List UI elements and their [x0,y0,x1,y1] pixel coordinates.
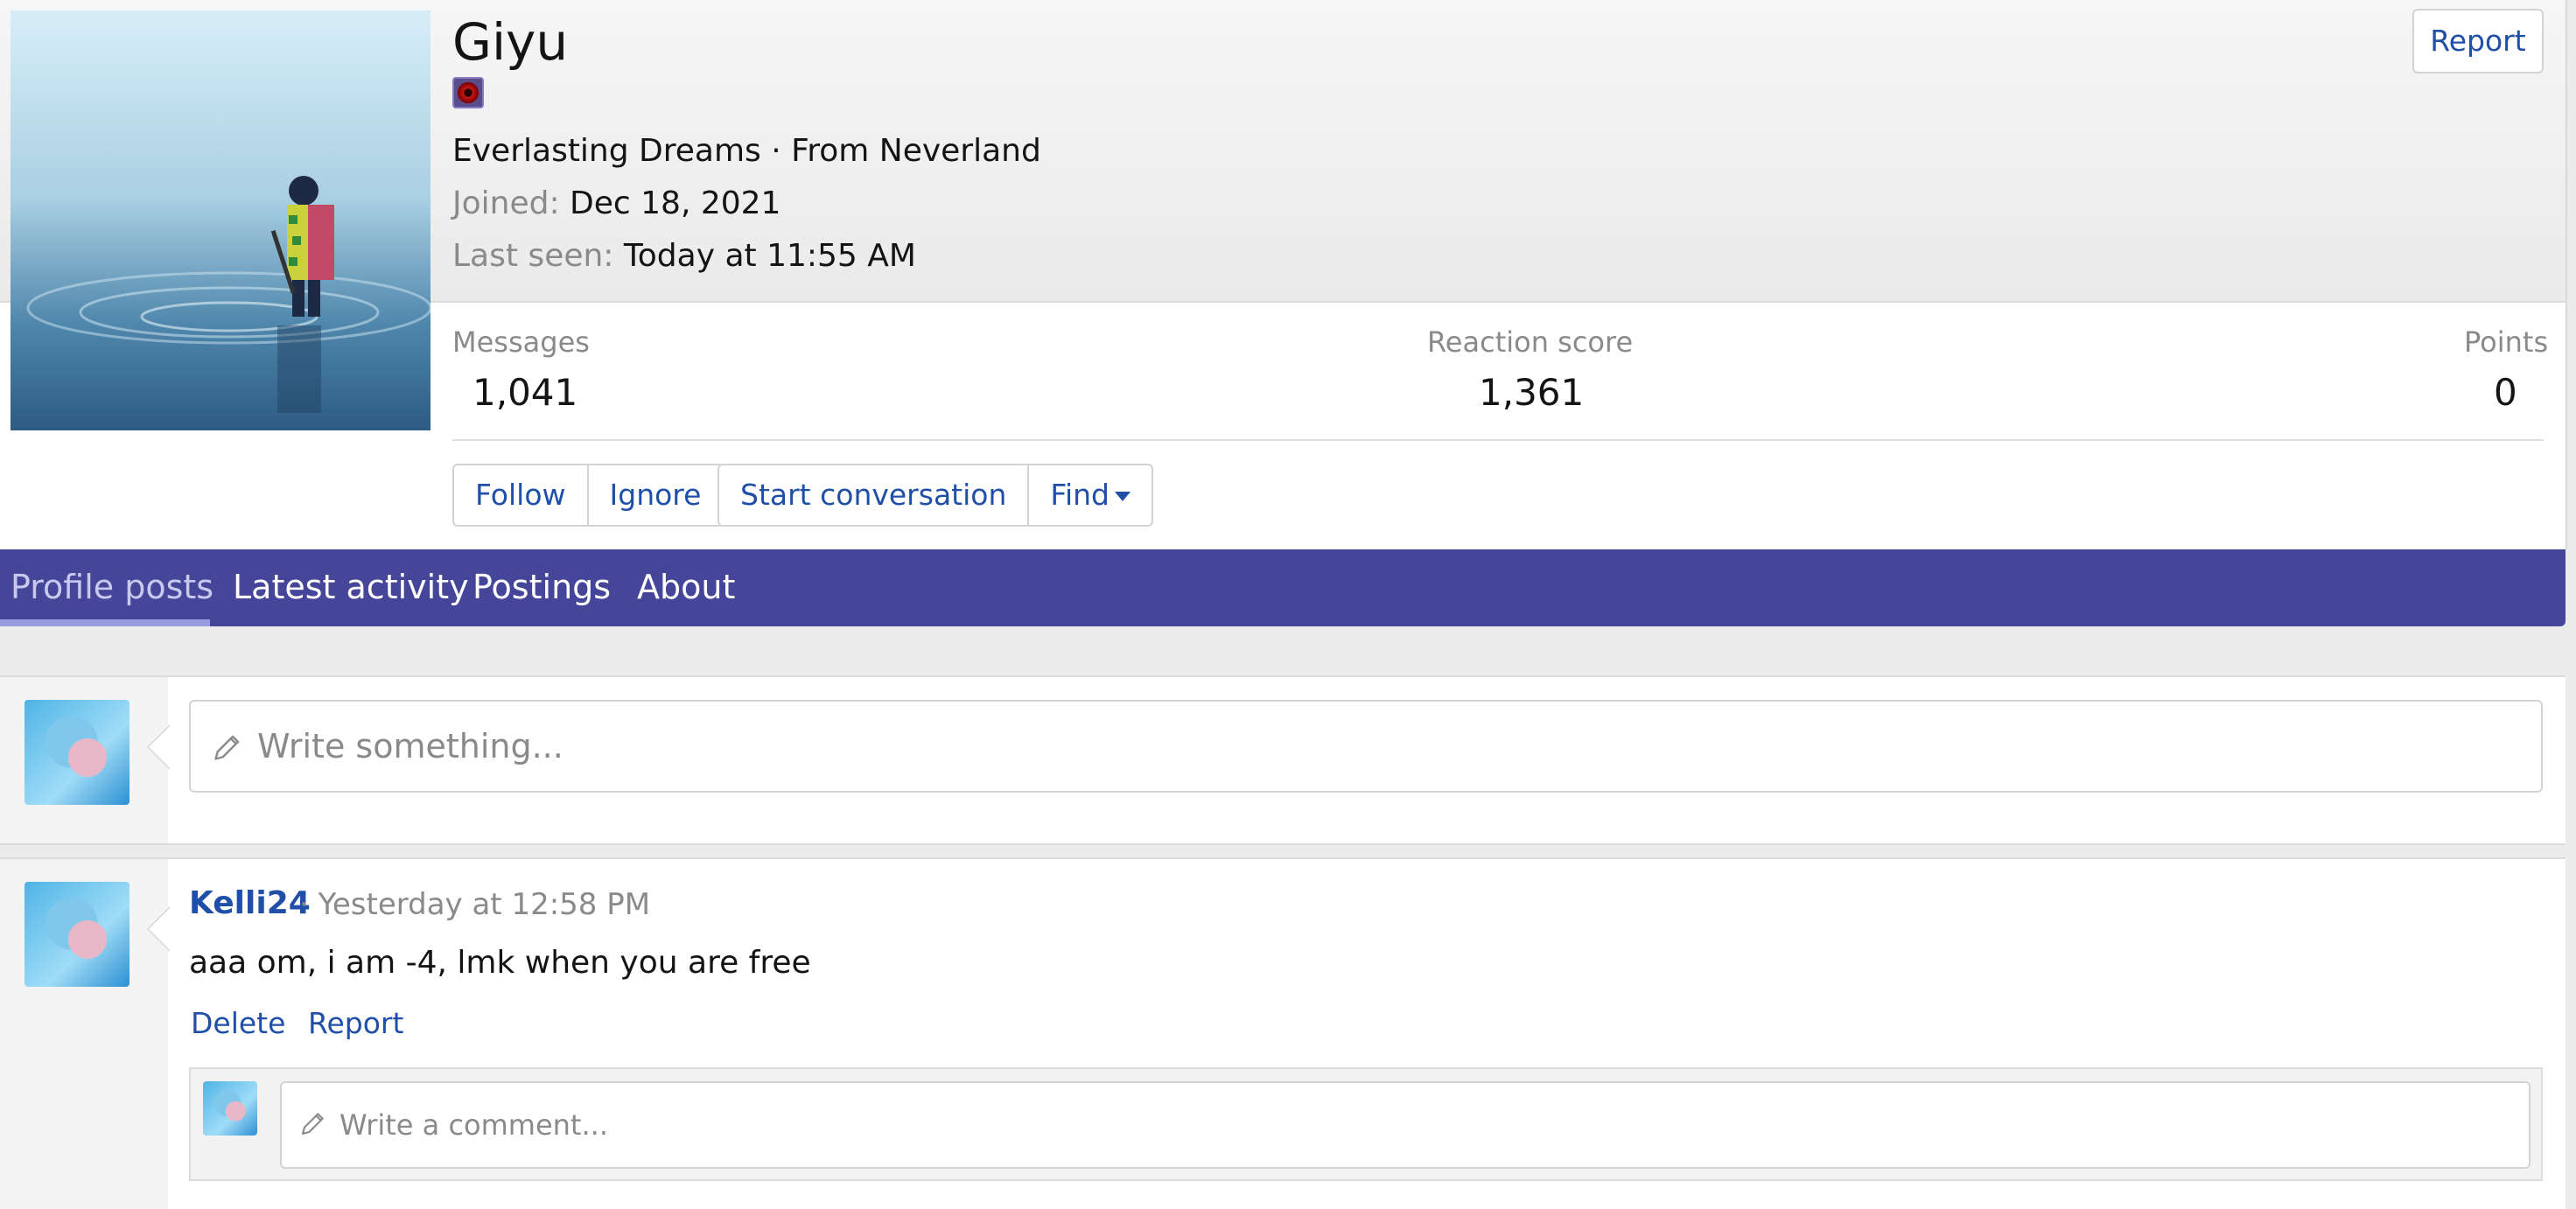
profile-avatar-art [26,176,430,413]
pencil-icon [214,735,240,760]
last-seen-label: Last seen: [452,238,614,274]
reaction-score-value[interactable]: 1,361 [1479,371,1584,414]
messages-value[interactable]: 1,041 [472,371,578,414]
comment-area: Write a comment... [189,1067,2543,1181]
reaction-score-label: Reaction score [1427,325,1634,359]
joined-value: Dec 18, 2021 [570,185,781,221]
points-label: Points [2464,325,2549,359]
joined-row: Joined: Dec 18, 2021 [452,182,780,226]
profile-username: Giyu [452,12,569,72]
follow-ignore-group: Follow Ignore [452,464,724,527]
delete-post-link[interactable]: Delete [191,1006,285,1040]
status-input[interactable]: Write something... [189,700,2543,793]
find-dropdown-button[interactable]: Find [1029,465,1152,525]
profile-tabs: Profile posts Latest activity Postings A… [0,549,2566,626]
profile-card: Giyu Everlasting Dreams · From Neverland… [0,0,2567,549]
active-tab-indicator [0,619,210,626]
status-composer: Write something... [0,675,2566,845]
user-title-badge-icon [452,77,484,108]
comment-pencil-icon [301,1113,324,1136]
last-seen-value: Today at 11:55 AM [623,238,916,274]
post-arrow [147,906,170,952]
conversation-find-group: Start conversation Find [718,464,1154,527]
tab-postings[interactable]: Postings [472,549,611,626]
comment-input[interactable]: Write a comment... [280,1081,2530,1169]
profile-header: Giyu Everlasting Dreams · From Neverland… [0,0,2566,430]
profile-tagline: Everlasting Dreams · From Neverland [452,133,1041,169]
composer-arrow [147,724,170,770]
post-author-avatar[interactable] [24,882,130,987]
find-label: Find [1050,478,1110,512]
post-body: aaa om, i am -4, lmk when you are free [189,945,811,981]
tab-about[interactable]: About [637,549,735,626]
comment-user-avatar[interactable] [203,1081,257,1136]
joined-label: Joined: [452,185,560,221]
last-seen-row: Last seen: Today at 11:55 AM [452,234,916,278]
report-profile-button[interactable]: Report [2412,9,2544,73]
report-post-link[interactable]: Report [308,1006,403,1040]
tab-latest-activity[interactable]: Latest activity [233,549,469,626]
profile-post: Kelli24 · Yesterday at 12:58 PM aaa om, … [0,857,2566,1209]
profile-avatar[interactable] [10,10,430,430]
tab-profile-posts[interactable]: Profile posts [10,549,214,626]
ignore-button[interactable]: Ignore [589,465,723,525]
points-value[interactable]: 0 [2494,371,2517,414]
current-user-avatar[interactable] [24,700,130,805]
post-author-link[interactable]: Kelli24 [189,885,311,921]
messages-label: Messages [452,325,590,359]
post-timestamp[interactable]: · Yesterday at 12:58 PM [299,887,650,922]
caret-down-icon [1115,492,1131,501]
start-conversation-button[interactable]: Start conversation [719,465,1030,525]
stats-divider [452,439,2544,441]
follow-button[interactable]: Follow [454,465,589,525]
